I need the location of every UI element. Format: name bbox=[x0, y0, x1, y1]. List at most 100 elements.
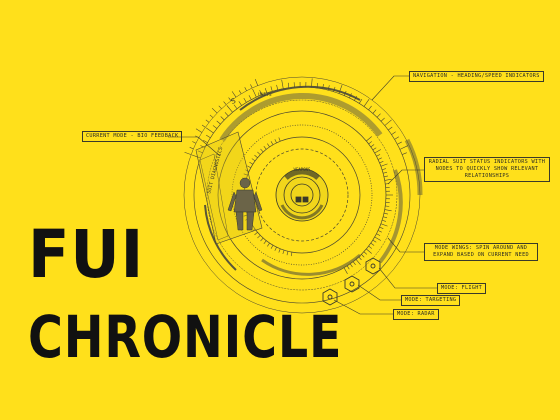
callout-mode-flight: MODE: FLIGHT bbox=[437, 283, 487, 294]
hud-tick bbox=[380, 223, 388, 227]
hud-tick bbox=[372, 239, 377, 243]
weapons-label: WEAPONS bbox=[294, 167, 311, 172]
hud-tick bbox=[374, 236, 381, 241]
hud-tick bbox=[257, 151, 261, 155]
center-core: WEAPONS bbox=[275, 167, 329, 222]
hud-tick bbox=[238, 101, 242, 106]
hud-tick bbox=[267, 143, 270, 148]
hud-tick bbox=[220, 116, 225, 121]
hud-tick bbox=[282, 250, 285, 255]
hud-tick bbox=[278, 248, 281, 253]
hud-tick bbox=[205, 127, 214, 134]
hud-tick bbox=[226, 105, 233, 113]
hud-tick bbox=[250, 84, 253, 89]
hud-tick bbox=[366, 136, 372, 142]
hud-tick bbox=[379, 226, 384, 229]
hud-tick bbox=[385, 205, 390, 207]
hud-tick bbox=[349, 263, 353, 268]
callout-mode-wings: MODE WINGS: SPIN AROUND AND EXPAND BASED… bbox=[424, 243, 538, 261]
hud-tick bbox=[378, 230, 382, 233]
hud-tick bbox=[384, 209, 392, 212]
hud-tick bbox=[249, 161, 253, 165]
callout-radial-status: RADIAL SUIT STATUS INDICATORS WITH NODES… bbox=[424, 157, 550, 182]
hud-tick bbox=[231, 91, 237, 98]
hud-tick bbox=[391, 131, 396, 135]
hud-tick bbox=[192, 141, 197, 144]
hud-tick bbox=[263, 145, 267, 150]
hud-tick bbox=[244, 87, 247, 91]
callout-navigation: NAVIGATION - HEADING/SPEED INDICATORS bbox=[409, 71, 544, 82]
hud-tick bbox=[402, 152, 407, 155]
callout-mode-targeting: MODE: TARGETING bbox=[401, 295, 461, 306]
hud-tick bbox=[394, 136, 400, 140]
hud-tick bbox=[382, 219, 387, 222]
hud-tick bbox=[372, 109, 377, 114]
hud-tick bbox=[372, 147, 377, 151]
hud-tick bbox=[238, 90, 242, 95]
hud-tick bbox=[286, 251, 289, 256]
hud-tick bbox=[247, 165, 251, 169]
hud-tick bbox=[368, 141, 372, 145]
hud-tick bbox=[278, 137, 281, 142]
hud-tick bbox=[366, 248, 372, 254]
hud-tick bbox=[376, 113, 381, 118]
hud-tick bbox=[201, 124, 206, 128]
hud-tick bbox=[274, 246, 277, 251]
hud-tick bbox=[352, 261, 356, 265]
hud-tick bbox=[263, 240, 267, 245]
callout-mode-radar: MODE: RADAR bbox=[393, 309, 439, 320]
callout-current-mode: CURRENT MODE - BIO FEEDBACK bbox=[82, 131, 183, 142]
hud-tick bbox=[270, 245, 274, 249]
compass-label: S bbox=[230, 97, 237, 106]
hud-tick bbox=[346, 265, 350, 270]
hud-tick bbox=[355, 259, 361, 265]
hud-tick bbox=[287, 82, 290, 88]
hud-tick bbox=[206, 134, 211, 139]
hud-tick bbox=[251, 158, 256, 162]
hud-tick bbox=[254, 78, 259, 86]
hud-tick bbox=[384, 178, 392, 181]
hud-tick bbox=[368, 105, 372, 111]
hud-tick bbox=[380, 163, 388, 167]
hud-tick bbox=[376, 154, 381, 157]
hud-tick bbox=[218, 105, 222, 109]
mode-wings bbox=[322, 257, 381, 306]
hud-tick bbox=[209, 114, 214, 118]
hud-tick bbox=[224, 112, 229, 117]
hud-tick bbox=[243, 97, 247, 103]
hud-tick bbox=[252, 88, 257, 98]
hud-tick bbox=[270, 141, 274, 145]
hud-tick bbox=[379, 161, 384, 164]
units-label: UNITS bbox=[258, 92, 272, 98]
hud-tick bbox=[388, 126, 393, 131]
hud-tick bbox=[254, 232, 258, 236]
hud-tick bbox=[378, 157, 382, 160]
hud-tick bbox=[363, 98, 370, 107]
hud-tick bbox=[205, 119, 210, 123]
hud-tick bbox=[361, 254, 365, 258]
hud-tick bbox=[358, 256, 362, 261]
hud-tick bbox=[195, 128, 203, 133]
hud-tick bbox=[276, 84, 278, 90]
hud-tick bbox=[233, 104, 238, 109]
hud-tick bbox=[248, 95, 252, 100]
hud-tick bbox=[267, 242, 270, 247]
mode-targeting-icon bbox=[344, 275, 360, 293]
hud-tick bbox=[223, 101, 227, 105]
hud-tick bbox=[397, 141, 402, 145]
mode-flight-icon bbox=[365, 257, 381, 275]
hud-tick bbox=[184, 151, 192, 155]
hud-tick bbox=[383, 216, 388, 219]
hud-tick bbox=[383, 175, 388, 178]
hud-tick bbox=[189, 147, 194, 150]
hud-tick bbox=[211, 107, 218, 114]
hud-tick bbox=[290, 252, 293, 257]
title-line-1: FUI bbox=[28, 216, 145, 293]
hud-tick bbox=[376, 233, 381, 236]
hud-tick bbox=[363, 251, 368, 255]
hud-arc bbox=[404, 138, 423, 196]
hud-tick bbox=[270, 86, 273, 92]
title-line-2: CHRONICLE bbox=[28, 303, 343, 371]
hud-tick bbox=[383, 212, 388, 215]
hud-tick bbox=[281, 79, 284, 89]
